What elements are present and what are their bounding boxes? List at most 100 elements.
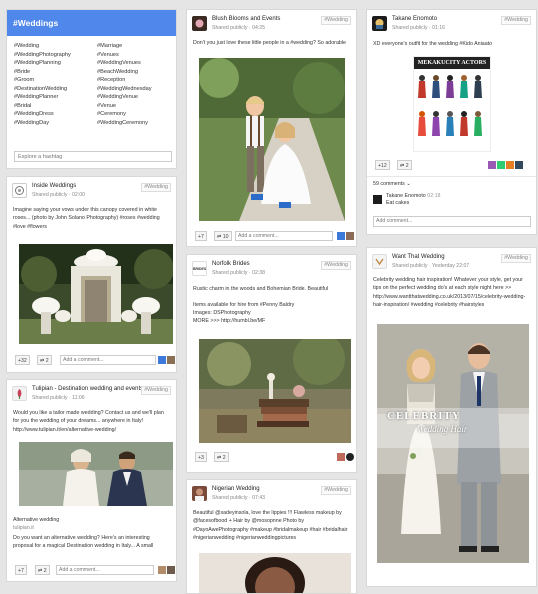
hashtag-link[interactable]: #Venues bbox=[97, 51, 176, 60]
link-domain: tulipian.it bbox=[13, 525, 34, 531]
avatar[interactable] bbox=[488, 161, 496, 169]
avatar[interactable] bbox=[337, 232, 345, 240]
post-image[interactable] bbox=[199, 339, 351, 443]
avatar[interactable] bbox=[158, 356, 166, 364]
share-button[interactable]: ⇄ 10 bbox=[214, 231, 232, 241]
hashtag-badge[interactable]: #Wedding bbox=[321, 16, 351, 25]
hashtag-card: #Weddings #Wedding #WeddingPhotography #We… bbox=[6, 9, 177, 169]
avatar[interactable] bbox=[497, 161, 505, 169]
commenter-name[interactable]: Takane Enomoto bbox=[386, 193, 426, 199]
link-preview-image[interactable] bbox=[19, 442, 173, 506]
hashtag-link[interactable]: #WeddingDress bbox=[14, 110, 94, 119]
post-author[interactable]: Want That Wedding bbox=[392, 254, 445, 260]
post-text: Imagine saying your vows under this cano… bbox=[13, 207, 160, 230]
hashtag-link[interactable]: #WeddingPlanner bbox=[14, 93, 94, 102]
plus-one-button[interactable]: +32 bbox=[15, 355, 30, 365]
post-text: XD everyone's outfit for the wedding #Ki… bbox=[373, 41, 493, 47]
chevron-down-icon: ⌄ bbox=[406, 181, 411, 187]
hashtag-link[interactable]: #Groom bbox=[14, 76, 94, 85]
hashtag-header[interactable]: #Weddings bbox=[7, 10, 176, 36]
post-meta: Shared publicly · 04:25 bbox=[212, 25, 266, 31]
avatar-label: BRIDES bbox=[193, 267, 207, 271]
avatar[interactable] bbox=[506, 161, 514, 169]
avatar[interactable] bbox=[192, 486, 207, 501]
share-count: 2 bbox=[45, 358, 49, 364]
post-image[interactable] bbox=[199, 553, 351, 593]
post-meta: Shared publicly · 01:16 bbox=[392, 25, 446, 31]
hashtag-link[interactable]: #WeddingWednesday bbox=[97, 85, 176, 94]
hashtag-link[interactable]: #BeachWedding bbox=[97, 68, 176, 77]
hashtag-badge[interactable]: #Wedding bbox=[141, 386, 171, 395]
post-card: Blush Blooms and Events Shared publicly … bbox=[186, 9, 357, 247]
post-text: Don't you just love these little people … bbox=[193, 40, 346, 46]
post-author[interactable]: Nigerian Wedding bbox=[212, 486, 260, 492]
hashtag-link[interactable]: #WeddingPhotography bbox=[14, 51, 94, 60]
post-link[interactable]: MORE >>> http://humbl.be/MF bbox=[193, 317, 350, 325]
comment-input[interactable]: Add a comment... bbox=[60, 355, 156, 365]
avatar[interactable] bbox=[12, 183, 27, 198]
post-text: Beautiful @sadeyinsola, love the lippies… bbox=[193, 510, 348, 542]
comment-input[interactable]: Add comment... bbox=[373, 216, 531, 227]
avatar[interactable] bbox=[337, 453, 345, 461]
post-image[interactable]: MEKAKUCITY ACTORS bbox=[413, 56, 491, 152]
hashtag-link[interactable]: #WeddingPlanning bbox=[14, 59, 94, 68]
post-image[interactable] bbox=[199, 58, 345, 221]
hashtag-link[interactable]: #Bridal bbox=[14, 102, 94, 111]
hashtag-link[interactable]: #WeddingVenues bbox=[97, 59, 176, 68]
post-author[interactable]: Takane Enomoto bbox=[392, 16, 437, 22]
comment-input[interactable]: Add a comment... bbox=[235, 231, 333, 241]
share-button[interactable]: ⇄ 2 bbox=[214, 452, 229, 462]
comment-text: Eat cakes bbox=[386, 200, 410, 206]
avatar[interactable] bbox=[167, 356, 175, 364]
comment-input[interactable]: Add a comment... bbox=[56, 565, 154, 575]
hashtag-link[interactable]: #WeddingDay bbox=[14, 119, 94, 128]
plus-one-button[interactable]: +12 bbox=[375, 160, 390, 170]
post-author[interactable]: Blush Blooms and Events bbox=[212, 16, 280, 22]
comments-count[interactable]: 59 comments ⌄ bbox=[373, 180, 530, 188]
avatar[interactable] bbox=[372, 254, 387, 269]
explore-hashtag-input[interactable] bbox=[14, 151, 172, 162]
share-button[interactable]: ⇄ 2 bbox=[397, 160, 412, 170]
post-author[interactable]: Norfolk Brides bbox=[212, 261, 250, 267]
share-button[interactable]: ⇄ 2 bbox=[35, 565, 50, 575]
avatar[interactable] bbox=[373, 195, 382, 204]
post-card: Tulipian - Destination wedding and event… bbox=[6, 379, 177, 582]
avatar[interactable] bbox=[167, 566, 175, 574]
plus-one-button[interactable]: +7 bbox=[195, 231, 207, 241]
hashtag-link[interactable]: #Marriage bbox=[97, 42, 176, 51]
post-card: Takane Enomoto Shared publicly · 01:16 #… bbox=[366, 9, 537, 235]
post-image[interactable]: CELEBRITY Wedding Hair bbox=[377, 324, 529, 563]
post-author[interactable]: Tulipian - Destination wedding and event… bbox=[32, 386, 143, 392]
avatar[interactable] bbox=[372, 16, 387, 31]
plus-one-button[interactable]: +7 bbox=[15, 565, 27, 575]
hashtag-link[interactable]: #WeddingCeremony bbox=[97, 119, 176, 128]
hashtag-link[interactable]: #Reception bbox=[97, 76, 176, 85]
hashtag-link[interactable]: #Bride bbox=[14, 68, 94, 77]
avatar[interactable] bbox=[192, 16, 207, 31]
avatar[interactable] bbox=[12, 386, 27, 401]
hashtag-link[interactable]: #Wedding bbox=[14, 42, 94, 51]
share-button[interactable]: ⇄ 2 bbox=[37, 355, 52, 365]
post-image[interactable] bbox=[19, 244, 173, 344]
avatar[interactable] bbox=[346, 453, 354, 461]
hashtag-link[interactable]: #Ceremony bbox=[97, 110, 176, 119]
avatar[interactable] bbox=[515, 161, 523, 169]
hashtag-badge[interactable]: #Wedding bbox=[501, 254, 531, 263]
hashtag-badge[interactable]: #Wedding bbox=[501, 16, 531, 25]
avatar[interactable] bbox=[158, 566, 166, 574]
hashtag-badge[interactable]: #Wedding bbox=[141, 183, 171, 192]
avatar[interactable] bbox=[346, 232, 354, 240]
avatar[interactable]: BRIDES bbox=[192, 261, 207, 276]
divider bbox=[367, 176, 536, 177]
post-author[interactable]: Inside Weddings bbox=[32, 183, 76, 189]
hashtag-link[interactable]: #Venue bbox=[97, 102, 176, 111]
share-count: 2 bbox=[222, 455, 226, 461]
hashtag-link[interactable]: #WeddingVenue bbox=[97, 93, 176, 102]
hashtag-link[interactable]: #DestinationWedding bbox=[14, 85, 94, 94]
post-meta: Shared publicly · 02:00 bbox=[32, 192, 86, 198]
hashtag-badge[interactable]: #Wedding bbox=[321, 261, 351, 270]
overlay-subtitle: Wedding Hair bbox=[417, 424, 468, 434]
post-meta: Shared publicly · 11:06 bbox=[32, 395, 85, 401]
plus-one-button[interactable]: +3 bbox=[195, 452, 207, 462]
hashtag-badge[interactable]: #Wedding bbox=[321, 486, 351, 495]
